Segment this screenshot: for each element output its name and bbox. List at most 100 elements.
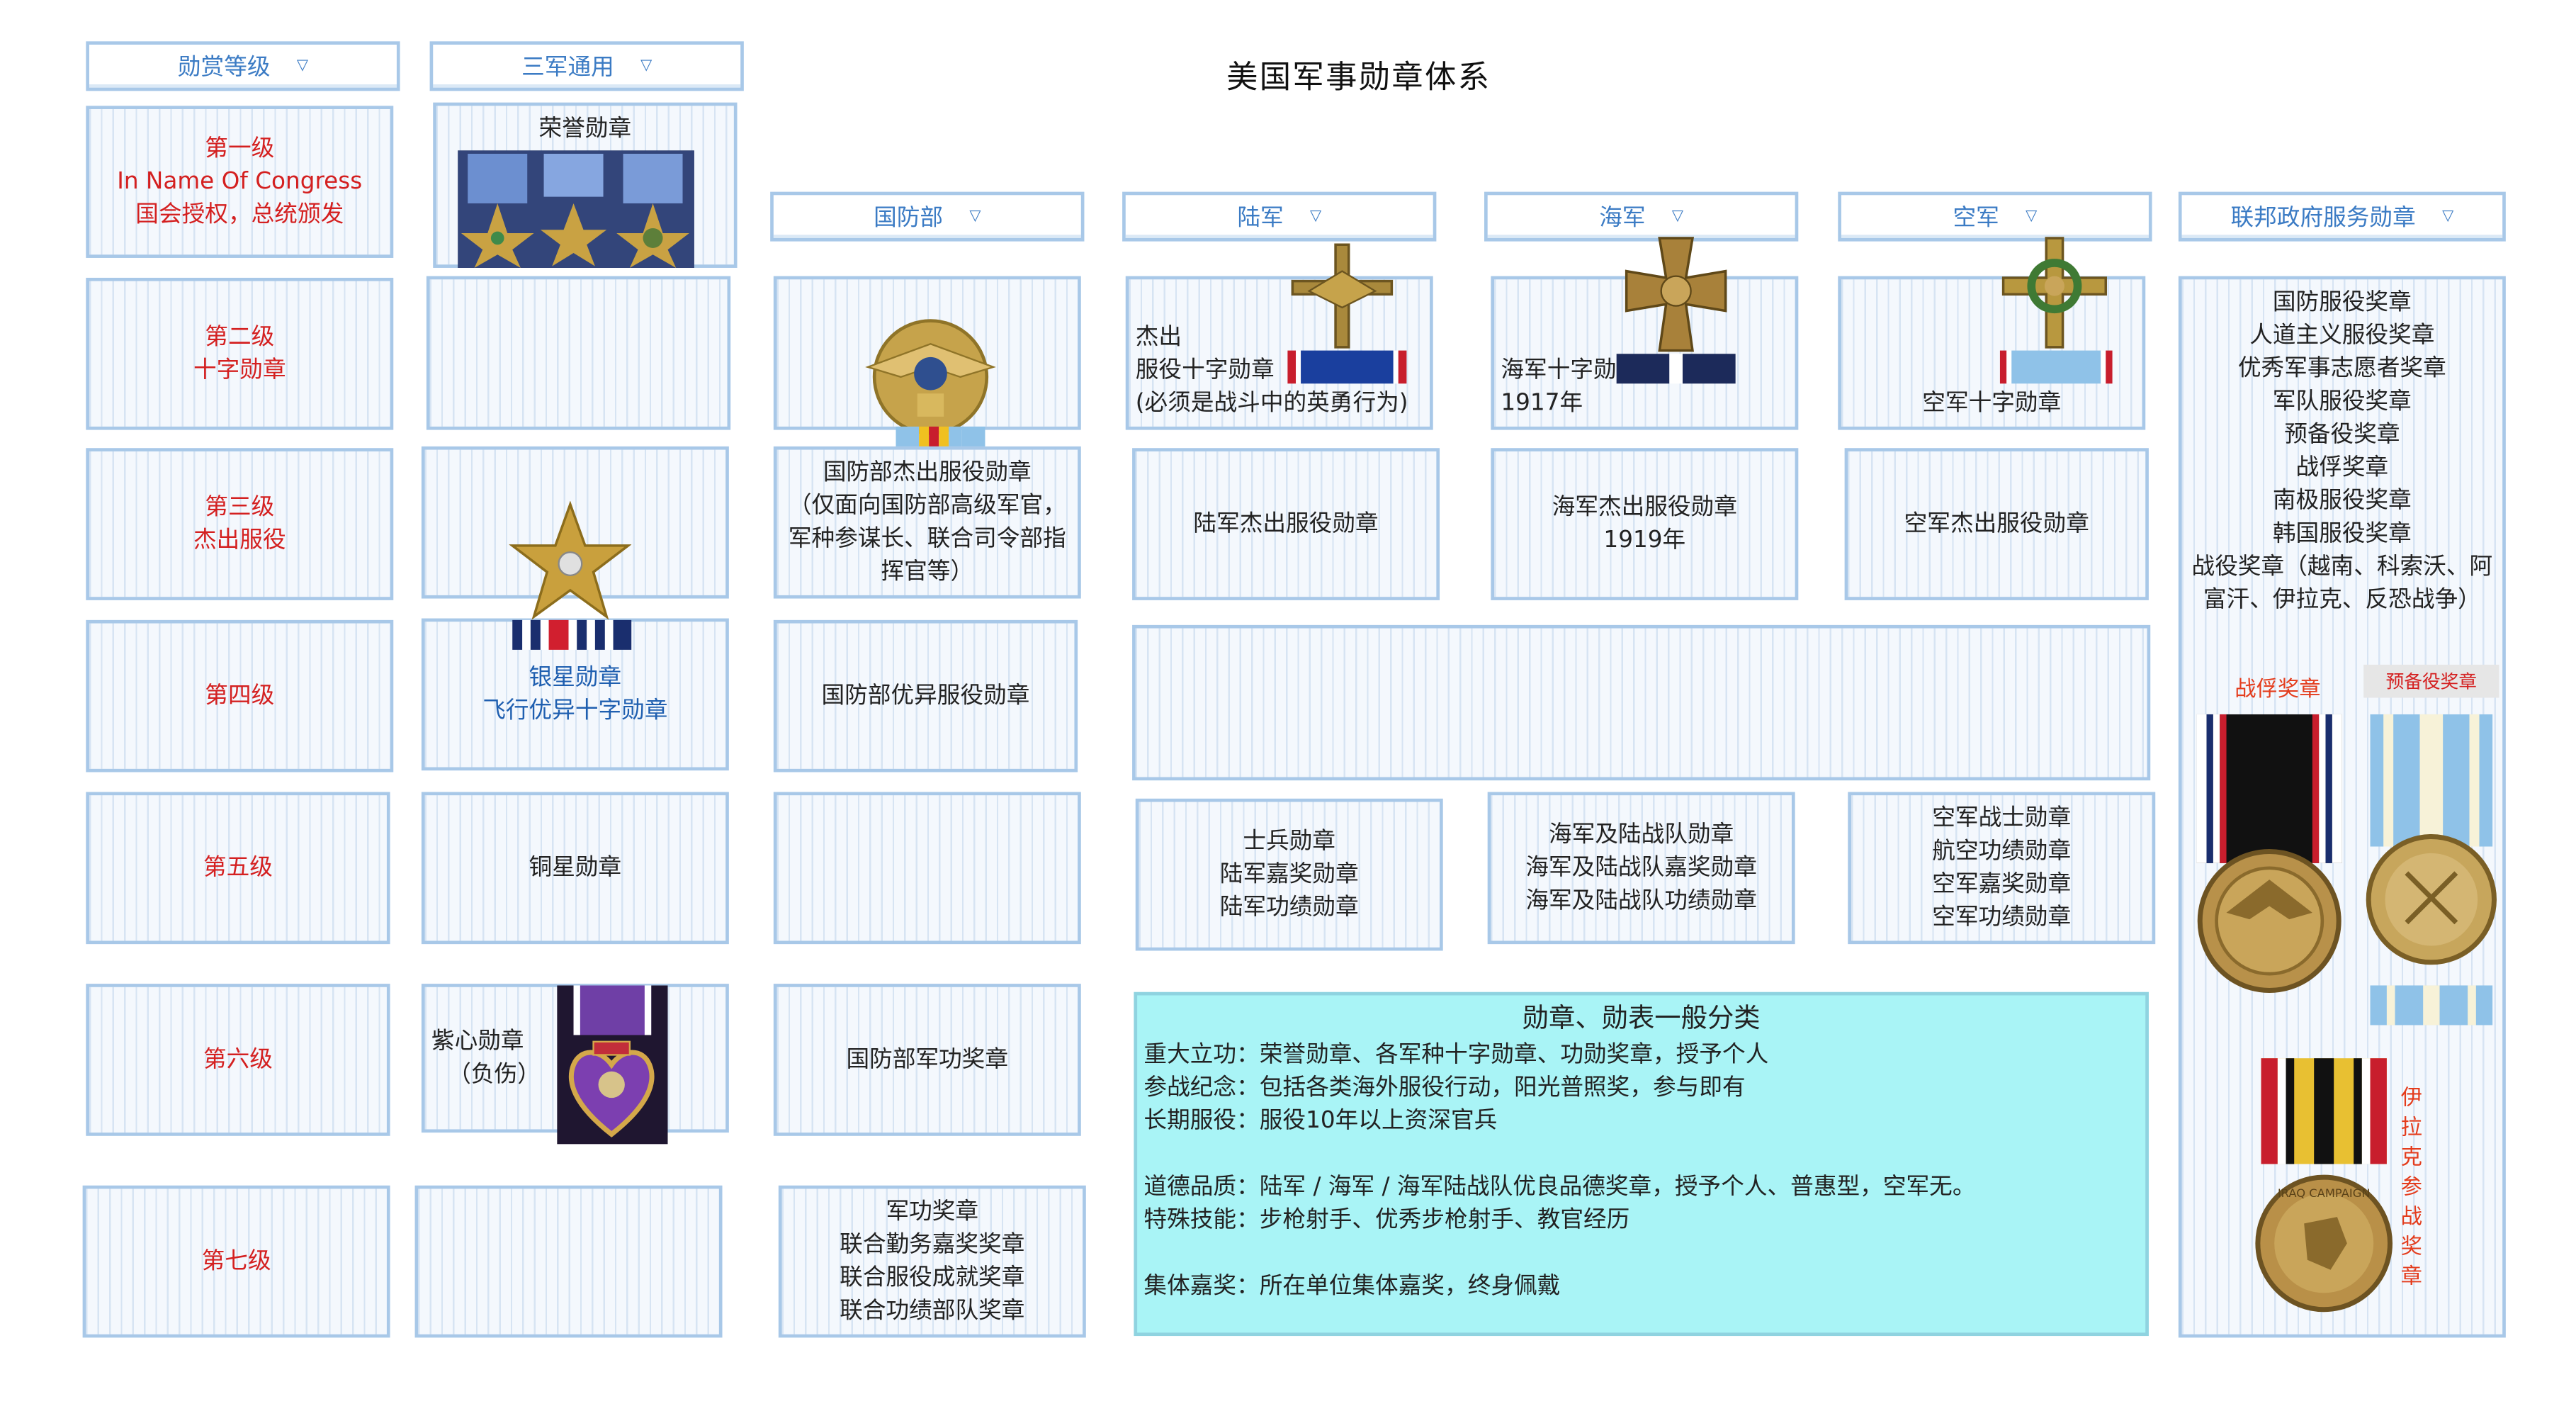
page-title: 美国军事勋章体系 [1226, 59, 1491, 96]
summary-line-8: 集体嘉奖：所在单位集体嘉奖，终身佩戴 [1143, 1273, 1561, 1300]
dod-l5-cell [773, 792, 1081, 945]
army-l5-item-3: 陆军功绩勋章 [1219, 894, 1359, 921]
army-dsc-ribbon [1287, 350, 1407, 384]
joint-l5-cell: 铜星勋章 [421, 792, 729, 945]
purple-heart-medal-icon [557, 985, 668, 1145]
dod-dsm-note-1: （仅面向国防部高级军官， [788, 493, 1066, 519]
chevron-down-icon: ▽ [296, 57, 308, 74]
federal-campaign-1: 战役奖章（越南、科索沃、阿 [2191, 554, 2493, 580]
af-dsm-label: 空军杰出服役勋章 [1904, 510, 2089, 538]
af-cross-medal-icon [2000, 235, 2109, 350]
army-l5-item-2: 陆军嘉奖勋章 [1219, 861, 1359, 888]
header-dod-label: 国防部 [874, 205, 944, 232]
federal-item-1: 国防服役奖章 [2272, 289, 2412, 316]
iraq-char-4: 参 [2400, 1175, 2423, 1201]
header-rank-label: 勋赏等级 [177, 54, 271, 82]
dod-l7-item-1: 军功奖章 [886, 1198, 979, 1225]
airforce-l5-cell: 空军战士勋章 航空功绩勋章 空军嘉奖勋章 空军功绩勋章 [1848, 792, 2156, 945]
dod-dsm-label: 国防部杰出服役勋章 [823, 459, 1032, 486]
summary-box: 勋章、勋表一般分类 重大立功：荣誉勋章、各军种十字勋章、功勋奖章，授予个人 参战… [1134, 991, 2149, 1337]
level-7-name: 第七级 [201, 1248, 271, 1275]
medal-of-honor-label: 荣誉勋章 [538, 116, 632, 142]
joint-l2-cell [426, 276, 731, 430]
silver-star-ribbon [512, 619, 632, 650]
iraq-medal-inscription: IRAQ CAMPAIGN [2278, 1186, 2371, 1200]
level-1-name: 第一级 [205, 135, 275, 162]
navy-l5-cell: 海军及陆战队勋章 海军及陆战队嘉奖勋章 海军及陆战队功绩勋章 [1487, 792, 1795, 945]
navy-dsm-year: 1919年 [1603, 527, 1686, 554]
iraq-medal-label: 伊 拉 克 参 战 奖 章 [2400, 1084, 2424, 1293]
navy-l5-item-2: 海军及陆战队嘉奖勋章 [1525, 855, 1757, 882]
dod-l3-cell: 国防部杰出服役勋章 （仅面向国防部高级军官， 军种参谋长、联合司令部指 挥官等） [773, 446, 1081, 599]
summary-line-1: 重大立功：荣誉勋章、各军种十字勋章、功勋奖章，授予个人 [1143, 1041, 1769, 1069]
level-4-cell: 第四级 [86, 619, 394, 772]
header-army[interactable]: 陆军 ▽ [1122, 191, 1437, 242]
header-dod[interactable]: 国防部 ▽ [770, 191, 1085, 242]
header-federal[interactable]: 联邦政府服务勋章 ▽ [2178, 191, 2506, 242]
header-navy[interactable]: 海军 ▽ [1484, 191, 1799, 242]
dod-dsm-note-2: 军种参谋长、联合司令部指 [788, 525, 1066, 553]
silver-star-label: 银星勋章 [529, 664, 622, 692]
dod-l4-cell: 国防部优异服役勋章 [773, 619, 1078, 772]
header-airforce[interactable]: 空军 ▽ [1838, 191, 2152, 242]
navy-l5-item-1: 海军及陆战队勋章 [1549, 821, 1734, 848]
level-7-cell: 第七级 [82, 1185, 390, 1338]
navy-cross-year: 1917年 [1501, 390, 1583, 417]
airforce-l3-cell: 空军杰出服役勋章 [1844, 448, 2149, 600]
level-1-note: 国会授权，总统颁发 [135, 201, 344, 228]
pow-medal-icon [2190, 714, 2349, 996]
services-l4-cell [1132, 624, 2151, 781]
army-dsc-medal-icon [1286, 242, 1399, 351]
header-rank[interactable]: 勋赏等级 ▽ [86, 41, 400, 91]
purple-heart-label: 紫心勋章 [431, 1028, 524, 1055]
dfc-label: 飞行优异十字勋章 [482, 697, 668, 724]
header-joint[interactable]: 三军通用 ▽ [429, 41, 744, 91]
navy-l3-cell: 海军杰出服役勋章 1919年 [1491, 448, 1799, 600]
federal-item-3: 优秀军事志愿者奖章 [2237, 355, 2446, 382]
level-2-cell: 第二级 十字勋章 [86, 277, 394, 430]
summary-spacer [1143, 1137, 2138, 1171]
summary-spacer [1143, 1237, 2138, 1270]
iraq-char-5: 战 [2400, 1205, 2423, 1230]
dod-l7-item-3: 联合服役成就奖章 [840, 1264, 1025, 1292]
federal-item-5: 预备役奖章 [2284, 421, 2400, 449]
header-joint-label: 三军通用 [521, 54, 614, 82]
chevron-down-icon: ▽ [1671, 208, 1684, 225]
header-navy-label: 海军 [1599, 205, 1646, 232]
level-5-cell: 第五级 [86, 792, 390, 945]
level-3-cell: 第三级 杰出服役 [86, 448, 394, 600]
chevron-down-icon: ▽ [2026, 208, 2038, 225]
army-dsc-label-1: 杰出 [1135, 324, 1182, 351]
af-cross-label: 空军十字勋章 [1922, 390, 2062, 417]
federal-item-8: 韩国服役奖章 [2272, 520, 2412, 548]
af-cross-ribbon [1999, 350, 2113, 384]
federal-item-4: 军队服役奖章 [2272, 388, 2412, 415]
level-2-sub: 十字勋章 [193, 356, 286, 384]
summary-line-3: 长期服役：服役10年以上资深官兵 [1143, 1108, 1498, 1135]
af-l5-item-4: 空军功绩勋章 [1932, 904, 2072, 931]
iraq-char-6: 奖 [2400, 1235, 2423, 1260]
dod-l7-item-2: 联合勤务嘉奖奖章 [840, 1232, 1025, 1259]
pow-medal-label: 战俘奖章 [2235, 678, 2321, 703]
army-dsc-label-2: 服役十字勋章 [1135, 356, 1275, 384]
army-dsm-label: 陆军杰出服役勋章 [1193, 510, 1379, 538]
af-l5-item-3: 空军嘉奖勋章 [1932, 871, 2072, 898]
diagram-canvas: 美国军事勋章体系 勋赏等级 ▽ 三军通用 ▽ 国防部 ▽ 陆军 ▽ 海军 ▽ 空军 ▽ 联邦… [0, 0, 2576, 1415]
summary-line-6: 特殊技能：步枪射手、优秀步枪射手、教官经历 [1143, 1207, 1630, 1234]
dod-meritorious-label: 国防部军功奖章 [846, 1046, 1009, 1074]
army-dsc-note: (必须是战斗中的英勇行为) [1135, 390, 1408, 417]
federal-item-2: 人道主义服役奖章 [2249, 322, 2435, 349]
level-3-name: 第三级 [205, 494, 275, 521]
header-airforce-label: 空军 [1953, 205, 1999, 232]
level-3-sub: 杰出服役 [193, 527, 286, 554]
header-army-label: 陆军 [1237, 205, 1284, 232]
level-6-cell: 第六级 [86, 984, 390, 1136]
chevron-down-icon: ▽ [969, 208, 981, 225]
silver-star-medal-icon [509, 500, 632, 620]
summary-line-5: 道德品质：陆军 / 海军 / 海军陆战队优良品德奖章，授予个人、普惠型，空军无。 [1143, 1174, 1976, 1201]
iraq-char-2: 拉 [2400, 1116, 2423, 1141]
navy-l5-item-3: 海军及陆战队功绩勋章 [1525, 887, 1757, 915]
summary-line-2: 参战纪念：包括各类海外服役行动，阳光普照奖，参与即有 [1143, 1074, 1746, 1101]
army-l5-item-1: 士兵勋章 [1243, 828, 1336, 855]
level-5-name: 第五级 [203, 855, 273, 882]
